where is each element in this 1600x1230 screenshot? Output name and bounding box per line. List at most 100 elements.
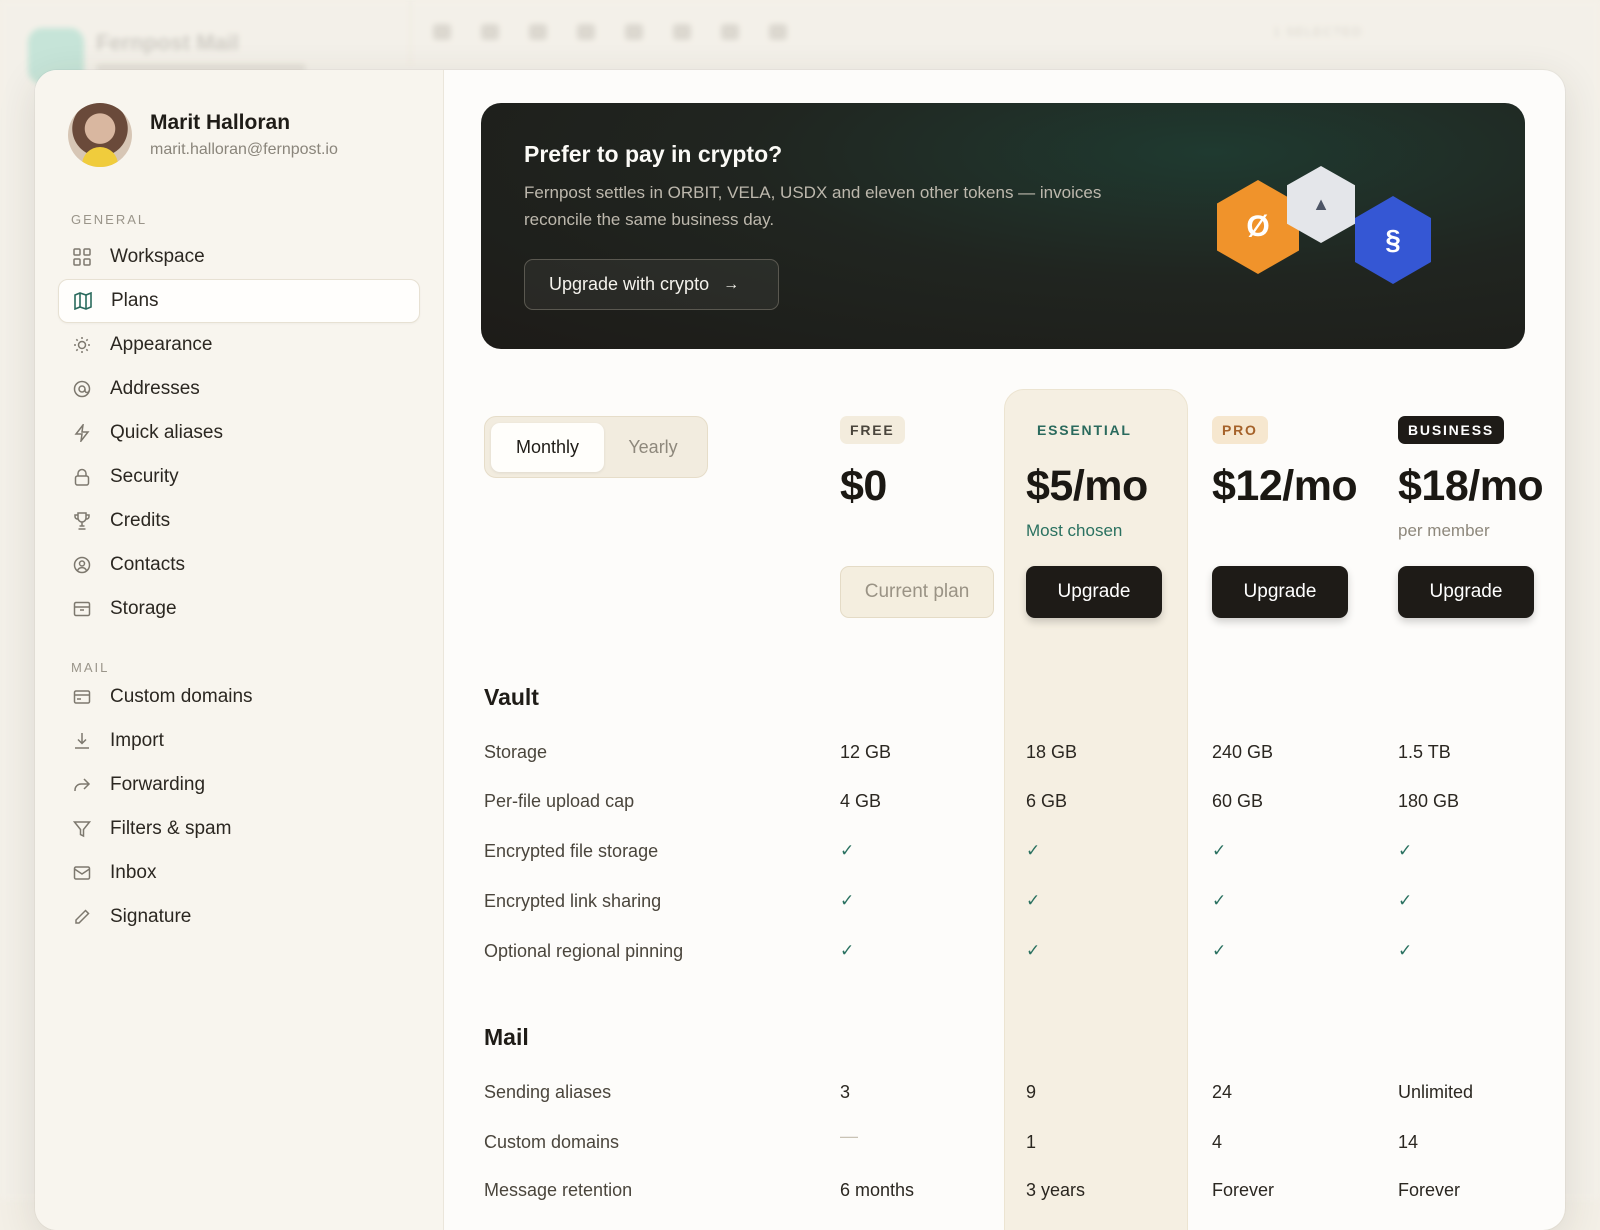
plan-price: $5/mo (1026, 462, 1148, 510)
feature-row: Optional regional pinning ✓ ✓ ✓ ✓ (484, 941, 1534, 971)
toggle-yearly[interactable]: Yearly (605, 423, 701, 472)
feature-value: — (840, 1126, 858, 1146)
check-icon: ✓ (1212, 891, 1227, 910)
sidebar-item-label: Workspace (110, 246, 205, 267)
check-icon: ✓ (1026, 941, 1041, 960)
plan-business: BUSINESS $18/mo per member Upgrade (1398, 416, 1565, 618)
map-icon (73, 291, 93, 311)
feature-label: Encrypted file storage (484, 841, 659, 861)
sidebar-item-forwarding[interactable]: Forwarding (58, 763, 420, 807)
toolbar-reply-icon (529, 24, 547, 40)
sidebar-item-plans[interactable]: Plans (58, 279, 420, 323)
sidebar-item-label: Import (110, 730, 164, 751)
sidebar-item-addresses[interactable]: Addresses (58, 367, 420, 411)
sidebar-item-filters-spam[interactable]: Filters & spam (58, 807, 420, 851)
profile-card: Marit Halloran marit.halloran@fernpost.i… (68, 103, 338, 167)
plan-free: FREE $0 Current plan (840, 416, 1010, 618)
feature-row: Encrypted link sharing ✓ ✓ ✓ ✓ (484, 891, 1534, 921)
feature-row: Sending aliases 3 9 24 Unlimited (484, 1082, 1534, 1112)
toolbar-folder-icon (577, 24, 595, 40)
section-title-vault: Vault (484, 684, 539, 710)
at-icon (72, 379, 92, 399)
feature-label: Storage (484, 742, 548, 762)
plan-badge: PRO (1212, 416, 1268, 444)
selection-count: 1 SELECTED (1273, 24, 1363, 39)
plan-price: $0 (840, 462, 887, 510)
sidebar-item-custom-domains[interactable]: Custom domains (58, 675, 420, 719)
check-icon: ✓ (1026, 891, 1041, 910)
sidebar-item-contacts[interactable]: Contacts (58, 543, 420, 587)
feature-value: 1 (1026, 1132, 1037, 1152)
upgrade-pro-button[interactable]: Upgrade (1212, 566, 1348, 618)
feature-label: Encrypted link sharing (484, 891, 662, 911)
plan-badge: BUSINESS (1398, 416, 1504, 444)
feature-value: 14 (1398, 1132, 1419, 1152)
plan-note: Most chosen (1026, 521, 1123, 540)
profile-email: marit.halloran@fernpost.io (150, 141, 338, 158)
feature-value: 24 (1212, 1082, 1233, 1102)
plan-price: $18/mo (1398, 462, 1544, 510)
feature-value: Forever (1398, 1180, 1461, 1200)
upgrade-with-crypto-button[interactable]: Upgrade with crypto → (524, 259, 779, 310)
plans-panel: Prefer to pay in crypto? Fernpost settle… (444, 70, 1565, 1230)
feature-row: Custom domains — 1 4 14 (484, 1126, 1534, 1162)
feature-row: Message retention 6 months 3 years Forev… (484, 1180, 1534, 1210)
upgrade-essential-button[interactable]: Upgrade (1026, 566, 1162, 618)
feature-value: 1.5 TB (1398, 742, 1451, 762)
crypto-banner-title: Prefer to pay in crypto? (524, 141, 783, 167)
upgrade-business-button[interactable]: Upgrade (1398, 566, 1534, 618)
sidebar-item-quick-aliases[interactable]: Quick aliases (58, 411, 420, 455)
toolbar-archive-icon (433, 24, 451, 40)
sidebar-item-security[interactable]: Security (58, 455, 420, 499)
sidebar-item-label: Addresses (110, 378, 200, 399)
plan-pro: PRO $12/mo Upgrade (1212, 416, 1382, 618)
feature-value: 18 GB (1026, 742, 1078, 762)
feature-value: 6 months (840, 1180, 915, 1200)
avatar (68, 103, 132, 167)
sidebar-item-inbox[interactable]: Inbox (58, 851, 420, 895)
feature-row: Per-file upload cap 4 GB 6 GB 60 GB 180 … (484, 791, 1534, 821)
feature-value: 60 GB (1212, 791, 1264, 811)
toolbar-calendar-icon (721, 24, 739, 40)
crypto-banner: Prefer to pay in crypto? Fernpost settle… (481, 103, 1525, 349)
feature-value: 9 (1026, 1082, 1037, 1102)
toolbar-person-icon (673, 24, 691, 40)
toggle-monthly[interactable]: Monthly (491, 423, 604, 472)
sidebar-item-label: Security (110, 466, 179, 487)
check-icon: ✓ (1398, 841, 1413, 860)
section-label-mail: MAIL (71, 660, 110, 675)
plan-price: $12/mo (1212, 462, 1358, 510)
plan-note: per member (1398, 521, 1490, 540)
plan-note (1212, 521, 1382, 543)
grid-icon (72, 247, 92, 267)
check-icon: ✓ (1212, 941, 1227, 960)
arrow-right-icon: → (723, 275, 740, 293)
sidebar-item-workspace[interactable]: Workspace (58, 235, 420, 279)
feature-value: 4 (1212, 1132, 1223, 1152)
sidebar-item-label: Quick aliases (110, 422, 223, 443)
sidebar-item-label: Filters & spam (110, 818, 232, 839)
sidebar-item-storage[interactable]: Storage (58, 587, 420, 631)
feature-value: 3 years (1026, 1180, 1086, 1200)
sidebar-item-label: Contacts (110, 554, 185, 575)
feature-value: 4 GB (840, 791, 882, 811)
feature-label: Sending aliases (484, 1082, 612, 1102)
toolbar-trash-icon (769, 24, 787, 40)
current-plan-button[interactable]: Current plan (840, 566, 994, 618)
check-icon: ✓ (1398, 891, 1413, 910)
sidebar-item-import[interactable]: Import (58, 719, 420, 763)
sidebar-item-appearance[interactable]: Appearance (58, 323, 420, 367)
sidebar-item-signature[interactable]: Signature (58, 895, 420, 939)
feature-value: 240 GB (1212, 742, 1274, 762)
inbox-icon (72, 863, 92, 883)
settings-modal: Marit Halloran marit.halloran@fernpost.i… (35, 70, 1565, 1230)
feature-row: Encrypted file storage ✓ ✓ ✓ ✓ (484, 841, 1534, 871)
feature-label: Message retention (484, 1180, 633, 1200)
sidebar-item-credits[interactable]: Credits (58, 499, 420, 543)
forward-icon (72, 775, 92, 795)
bolt-icon (72, 423, 92, 443)
sidebar-item-label: Signature (110, 906, 192, 927)
usdx-token-icon: § (1355, 196, 1431, 284)
section-title-mail: Mail (484, 1024, 529, 1050)
archive-icon (72, 599, 92, 619)
